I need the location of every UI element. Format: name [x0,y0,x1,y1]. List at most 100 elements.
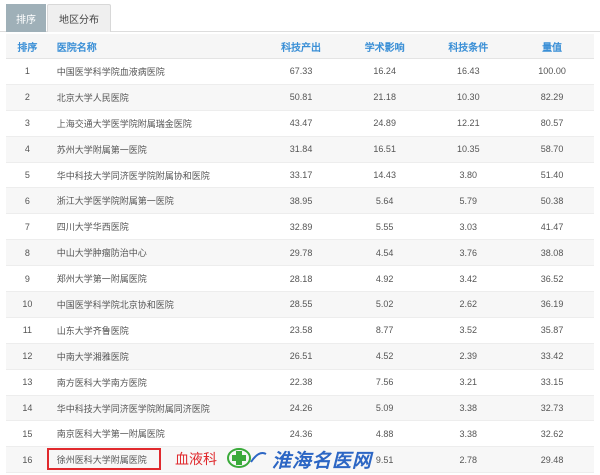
table-row[interactable]: 14 华中科技大学同济医学院附属同济医院 24.26 5.09 3.38 32.73 [6,395,594,422]
cell-rank: 1 [6,58,49,85]
header-name[interactable]: 医院名称 [48,34,260,59]
cell-output: 23.58 [259,317,343,344]
cell-conditions: 3.80 [426,162,511,189]
cell-score: 36.52 [510,265,594,293]
cell-conditions: 5.79 [426,187,511,215]
site-logo-text: 淮海名医网 [272,450,373,472]
table-header-row: 排序 医院名称 科技产出 学术影响 科技条件 量值 [6,34,594,59]
cell-conditions: 3.42 [426,265,511,293]
cell-rank: 10 [6,291,49,318]
cell-output: 24.36 [259,420,343,448]
table-row[interactable]: 9 郑州大学第一附属医院 28.18 4.92 3.42 36.52 [6,265,594,293]
cell-score: 36.19 [510,291,594,318]
header-conditions[interactable]: 科技条件 [426,34,511,59]
cell-output: 32.89 [259,213,343,241]
cell-score: 32.62 [510,420,594,448]
table-row[interactable]: 8 中山大学肿瘤防治中心 29.78 4.54 3.76 38.08 [6,239,594,267]
cell-conditions: 3.52 [426,317,511,344]
cell-rank: 12 [6,343,49,370]
cell-hospital-name: 中国医学科学院血液病医院 [48,58,260,85]
cell-output: 22.38 [259,369,343,396]
cell-rank: 5 [6,162,49,189]
cell-rank: 15 [6,420,49,448]
ranking-table: 排序 医院名称 科技产出 学术影响 科技条件 量值 1 中国医学科学院血液病医院 6… [6,34,594,474]
tab-region[interactable]: 地区分布 [47,4,111,32]
table-row[interactable]: 13 南方医科大学南方医院 22.38 7.56 3.21 33.15 [6,369,594,396]
cell-score: 33.42 [510,343,594,370]
cell-score: 82.29 [510,84,594,111]
table-row[interactable]: 11 山东大学齐鲁医院 23.58 8.77 3.52 35.87 [6,317,594,344]
header-influence[interactable]: 学术影响 [342,34,427,59]
cell-conditions: 2.62 [426,291,511,318]
header-output[interactable]: 科技产出 [259,34,343,59]
cell-rank: 8 [6,239,49,267]
cell-output: 24.26 [259,395,343,422]
cell-rank: 2 [6,84,49,111]
cell-output: 43.47 [259,110,343,137]
cell-conditions: 3.03 [426,213,511,241]
table-row[interactable]: 6 浙江大学医学院附属第一医院 38.95 5.64 5.79 50.38 [6,187,594,215]
cell-score: 35.87 [510,317,594,344]
cell-output: 50.81 [259,84,343,111]
tab-bar: 排序 地区分布 [0,0,600,32]
cell-hospital-name: 中南大学湘雅医院 [48,343,260,370]
cell-conditions: 3.76 [426,239,511,267]
cell-output: 67.33 [259,58,343,85]
cell-conditions: 3.38 [426,395,511,422]
cell-output: 28.18 [259,265,343,293]
cell-influence: 8.77 [342,317,427,344]
cell-rank: 4 [6,136,49,163]
cell-influence: 16.51 [342,136,427,163]
cell-rank: 11 [6,317,49,344]
cell-score: 38.08 [510,239,594,267]
cell-output: 28.55 [259,291,343,318]
table-row[interactable]: 1 中国医学科学院血液病医院 67.33 16.24 16.43 100.00 [6,58,594,85]
cell-score: 51.40 [510,162,594,189]
table-row[interactable]: 2 北京大学人民医院 50.81 21.18 10.30 82.29 [6,84,594,111]
cell-influence: 24.89 [342,110,427,137]
table-row[interactable]: 7 四川大学华西医院 32.89 5.55 3.03 41.47 [6,213,594,241]
cell-score: 41.47 [510,213,594,241]
cell-score: 80.57 [510,110,594,137]
cell-conditions: 3.38 [426,420,511,448]
cell-hospital-name: 北京大学人民医院 [48,84,260,111]
cell-influence: 21.18 [342,84,427,111]
table-row[interactable]: 15 南京医科大学第一附属医院 24.36 4.88 3.38 32.62 [6,420,594,448]
table-row[interactable]: 12 中南大学湘雅医院 26.51 4.52 2.39 33.42 [6,343,594,370]
header-rank[interactable]: 排序 [6,34,49,59]
cell-rank: 3 [6,110,49,137]
cell-influence: 5.09 [342,395,427,422]
cell-hospital-name: 浙江大学医学院附属第一医院 [48,187,260,215]
cell-rank: 9 [6,265,49,293]
table-row[interactable]: 5 华中科技大学同济医学院附属协和医院 33.17 14.43 3.80 51.40 [6,162,594,189]
green-cross-icon [227,448,267,468]
table-row[interactable]: 10 中国医学科学院北京协和医院 28.55 5.02 2.62 36.19 [6,291,594,318]
cell-influence: 5.55 [342,213,427,241]
header-score[interactable]: 量值 [510,34,594,59]
cell-conditions: 10.35 [426,136,511,163]
cell-influence: 4.92 [342,265,427,293]
cell-rank: 16 [6,446,49,474]
cell-output: 29.78 [259,239,343,267]
cell-conditions: 2.78 [426,446,511,474]
cell-influence: 4.52 [342,343,427,370]
cell-rank: 6 [6,187,49,215]
cell-conditions: 2.39 [426,343,511,370]
table-row[interactable]: 4 苏州大学附属第一医院 31.84 16.51 10.35 58.70 [6,136,594,163]
cell-hospital-name: 苏州大学附属第一医院 [48,136,260,163]
cell-rank: 13 [6,369,49,396]
specialty-label: 血液科 [175,452,217,468]
cell-score: 100.00 [510,58,594,85]
cell-score: 50.38 [510,187,594,215]
cell-hospital-name: 上海交通大学医学院附属瑞金医院 [48,110,260,137]
cell-hospital-name: 中山大学肿瘤防治中心 [48,239,260,267]
cell-score: 58.70 [510,136,594,163]
table-row[interactable]: 3 上海交通大学医学院附属瑞金医院 43.47 24.89 12.21 80.57 [6,110,594,137]
cell-rank: 14 [6,395,49,422]
cell-output: 31.84 [259,136,343,163]
cell-hospital-name: 山东大学齐鲁医院 [48,317,260,344]
tab-rank[interactable]: 排序 [6,4,46,32]
cell-score: 29.48 [510,446,594,474]
cell-rank: 7 [6,213,49,241]
cell-output: 33.17 [259,162,343,189]
